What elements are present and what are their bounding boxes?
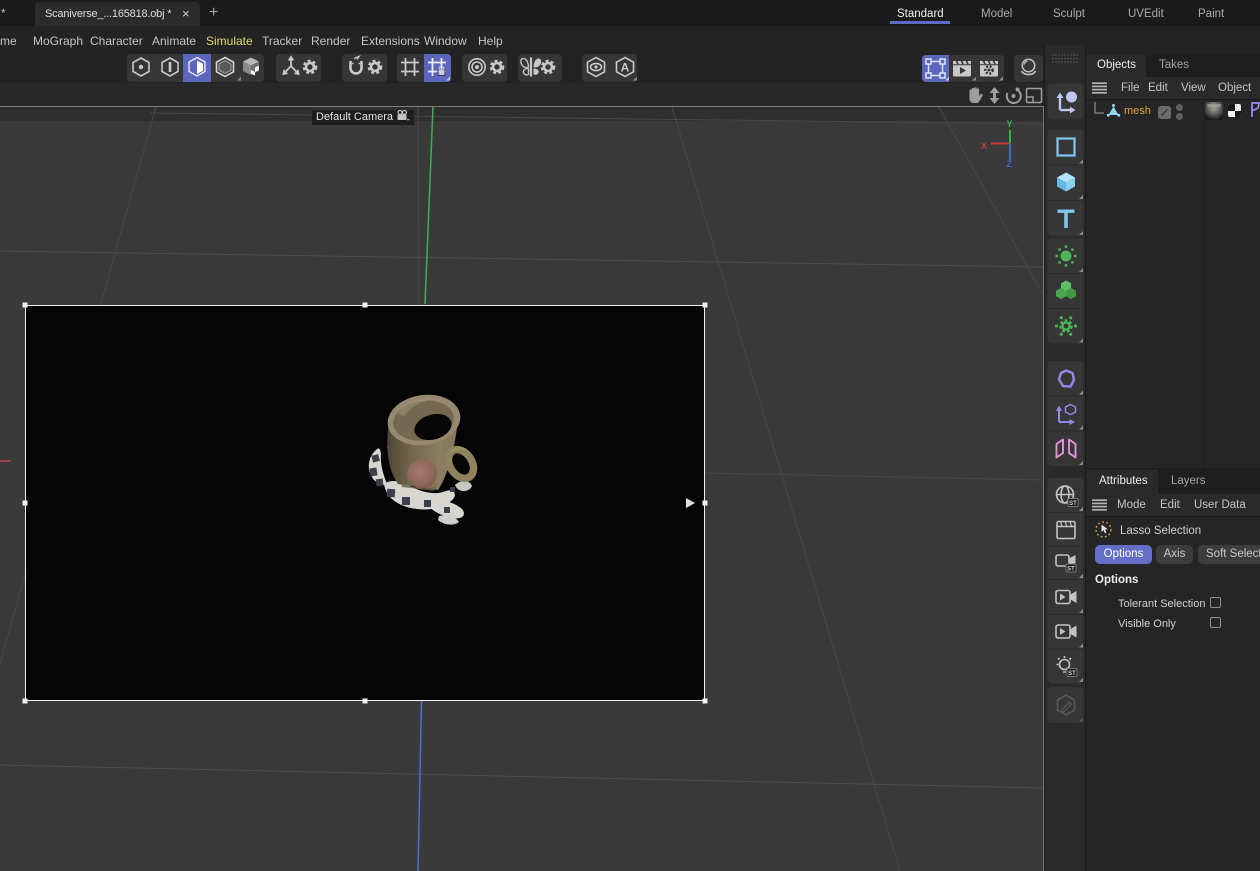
svg-text:ST: ST: [1069, 501, 1077, 507]
svg-text:ST: ST: [1068, 671, 1076, 677]
svg-text:ST: ST: [1067, 567, 1075, 573]
svg-text:Y: Y: [1007, 119, 1013, 129]
svg-text:Z: Z: [1007, 159, 1013, 167]
svg-text:A: A: [621, 61, 630, 75]
svg-text:X: X: [981, 141, 987, 151]
